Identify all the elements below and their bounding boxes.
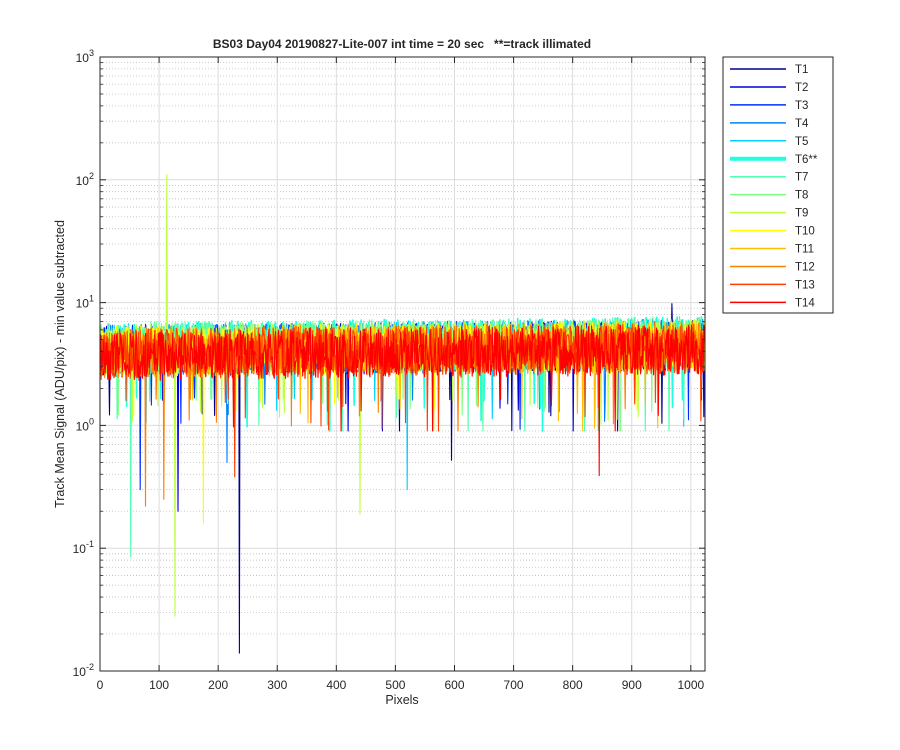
x-tick-label: 400: [326, 678, 346, 692]
legend-box: [722, 56, 834, 314]
x-tick-label: 0: [97, 678, 104, 692]
x-tick-label: 100: [149, 678, 169, 692]
legend-label-t12: T12: [795, 261, 815, 273]
track-signal-chart: 0 100 200 300 400 500 600 700 800 900 1000 10-210-…: [0, 0, 900, 750]
legend-label-t10: T10: [795, 226, 815, 238]
x-tick-label: 200: [208, 678, 228, 692]
legend-label-t9: T9: [795, 208, 808, 220]
x-tick-label: 800: [563, 678, 583, 692]
legend-label-t3: T3: [795, 100, 808, 112]
legend-label-t5: T5: [795, 136, 808, 148]
x-tick-label: 900: [622, 678, 642, 692]
x-tick-label: 1000: [677, 678, 704, 692]
x-tick-label: 500: [385, 678, 405, 692]
legend-label-t4: T4: [795, 118, 809, 130]
legend: T1 T2 T3 T4 T5 T6** T7 T8 T9 T10 T11 T12 T13 T14: [722, 56, 834, 314]
legend-label-t2: T2: [795, 82, 808, 94]
legend-label-t11: T11: [795, 244, 814, 256]
x-tick-label: 700: [504, 678, 524, 692]
legend-label-t1: T1: [795, 64, 808, 76]
x-axis-label: Pixels: [385, 693, 418, 707]
legend-label-t7: T7: [795, 172, 808, 184]
y-axis-label: Track Mean Signal (ADU/pix) - min value …: [53, 220, 67, 508]
chart-title: BS03 Day04 20190827-Lite-007 int time = …: [213, 37, 591, 51]
x-tick-label: 300: [267, 678, 287, 692]
legend-label-t6: T6**: [795, 154, 818, 166]
x-tick-label: 600: [444, 678, 464, 692]
legend-label-t14: T14: [795, 297, 815, 309]
legend-label-t8: T8: [795, 190, 808, 202]
legend-label-t13: T13: [795, 279, 815, 291]
